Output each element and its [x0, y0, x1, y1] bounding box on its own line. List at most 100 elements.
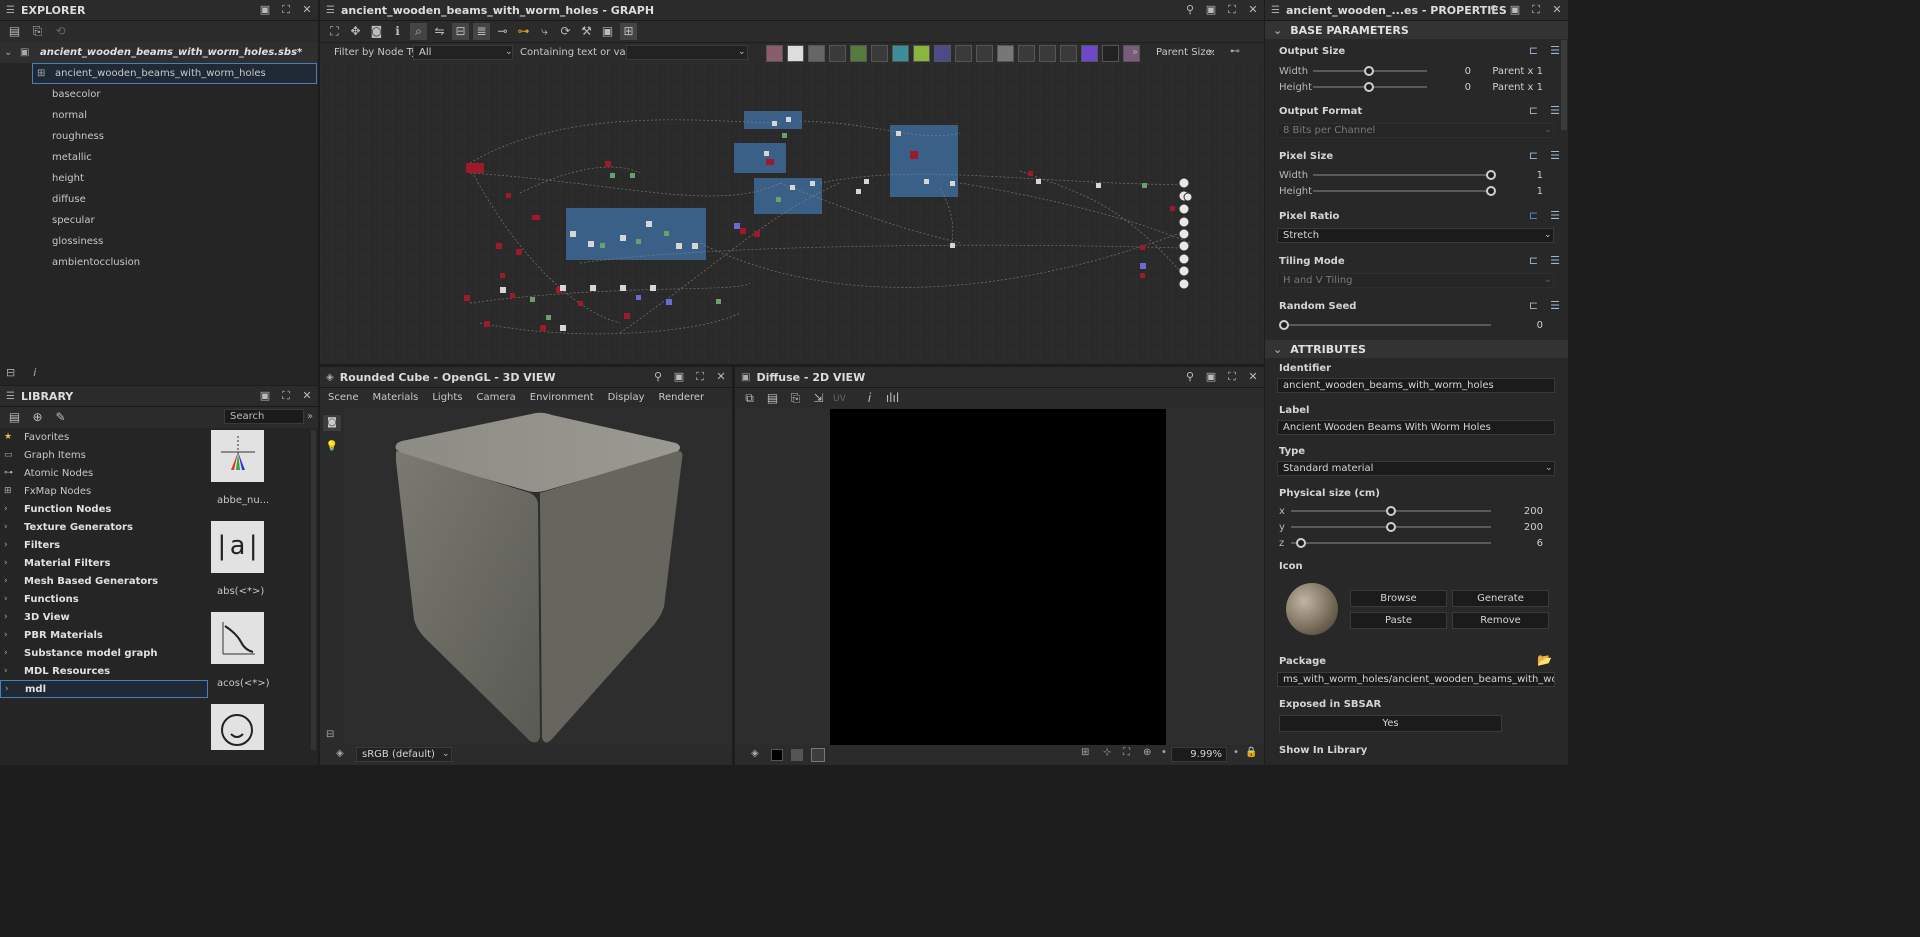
value-node-icon[interactable]	[997, 45, 1014, 62]
library-item[interactable]: ▭ Graph Items	[0, 446, 208, 464]
list-icon[interactable]: ☰	[1550, 104, 1560, 117]
chevron-down-icon[interactable]: ⌄	[1544, 275, 1552, 285]
axis-icon[interactable]: ⊹	[1103, 747, 1111, 758]
remove-button[interactable]: Remove	[1452, 612, 1549, 629]
info-icon[interactable]: i	[861, 390, 878, 407]
bitmap-node-icon[interactable]	[766, 45, 783, 62]
3d-viewport[interactable]	[344, 407, 732, 745]
info-icon[interactable]: i	[33, 366, 36, 379]
folder-icon[interactable]: 📂	[1537, 653, 1552, 667]
new-package-icon[interactable]: ▤	[6, 23, 23, 40]
library-item[interactable]: › Material Filters	[0, 554, 208, 572]
tree-icon[interactable]: ⊟	[326, 729, 334, 740]
slider-knob[interactable]	[1486, 170, 1496, 180]
output-item[interactable]: glossiness	[0, 231, 318, 252]
maximize-icon[interactable]: ⛶	[279, 3, 293, 17]
link-mode-icon[interactable]: ⊷	[1230, 46, 1240, 57]
preview-icon[interactable]: ▣	[599, 23, 616, 40]
output-item[interactable]: diffuse	[0, 189, 318, 210]
noise-node-icon[interactable]	[1102, 45, 1119, 62]
library-item[interactable]: › mdl	[0, 680, 208, 698]
menu-environment[interactable]: Environment	[530, 392, 594, 403]
menu-scene[interactable]: Scene	[328, 392, 359, 403]
histogram-node-icon[interactable]	[1060, 45, 1077, 62]
blend-node-icon[interactable]	[829, 45, 846, 62]
info-icon[interactable]: ℹ	[389, 23, 406, 40]
slider-knob[interactable]	[1364, 82, 1374, 92]
browse-button[interactable]: Browse	[1350, 590, 1447, 607]
label-input[interactable]: Ancient Wooden Beams With Worm Holes	[1277, 420, 1555, 435]
close-icon[interactable]: ✕	[300, 389, 314, 403]
refresh-icon[interactable]: ⟳	[557, 23, 574, 40]
colorspace-select[interactable]: sRGB (default)	[356, 747, 452, 762]
orange-connect-icon[interactable]: ⊶	[515, 23, 532, 40]
maximize-icon[interactable]: ⛶	[279, 389, 293, 403]
close-icon[interactable]: ✕	[1246, 370, 1260, 384]
curve-node-icon[interactable]	[850, 45, 867, 62]
export-icon[interactable]: ⇲	[810, 390, 827, 407]
swatch-node-icon[interactable]	[1018, 45, 1035, 62]
levels-node-icon[interactable]	[913, 45, 930, 62]
library-item[interactable]: › Texture Generators	[0, 518, 208, 536]
copy-icon[interactable]: ⎘	[787, 390, 804, 407]
list-icon[interactable]: ☰	[1550, 254, 1560, 267]
exposed-select[interactable]: Yes	[1279, 715, 1502, 732]
list-icon[interactable]: ☰	[1550, 44, 1560, 57]
output-item[interactable]: basecolor	[0, 84, 318, 105]
graph-row[interactable]: ⊞ ancient_wooden_beams_with_worm_holes	[32, 63, 317, 84]
warp-node-icon[interactable]	[892, 45, 909, 62]
chevron-down-icon[interactable]: ⌄	[4, 47, 20, 58]
inherit-icon[interactable]: ⊏	[1529, 44, 1538, 57]
uv-toggle[interactable]: UV	[833, 394, 855, 404]
thumb-next[interactable]	[211, 704, 264, 750]
library-item[interactable]: ⊞ FxMap Nodes	[0, 482, 208, 500]
library-item[interactable]: › Functions	[0, 590, 208, 608]
library-item[interactable]: › Substance model graph	[0, 644, 208, 662]
edit-icon[interactable]: ✎	[52, 409, 69, 426]
slider-knob[interactable]	[1296, 538, 1306, 548]
chevron-down-icon[interactable]: ⌄	[1544, 125, 1552, 135]
display-icon[interactable]	[811, 748, 825, 762]
output-format-select[interactable]: 8 Bits per Channel	[1277, 123, 1554, 138]
pixel-height-slider[interactable]	[1313, 190, 1491, 192]
histogram-icon[interactable]: ılıl	[884, 390, 901, 407]
output-item[interactable]: normal	[0, 105, 318, 126]
pixel-ratio-select[interactable]: Stretch	[1277, 228, 1554, 243]
color-node-icon[interactable]	[808, 45, 825, 62]
output-item[interactable]: roughness	[0, 126, 318, 147]
graph-canvas[interactable]	[320, 63, 1264, 363]
tool-icon[interactable]: ⚒	[578, 23, 595, 40]
library-item[interactable]: › 3D View	[0, 608, 208, 626]
2d-viewport[interactable]	[735, 409, 1264, 745]
center-icon[interactable]: ⊕	[1143, 747, 1151, 758]
fx-node-icon[interactable]	[955, 45, 972, 62]
fit-icon[interactable]: ⧉	[741, 390, 758, 407]
chevron-right-icon[interactable]: »	[307, 411, 313, 422]
grid-icon[interactable]: ⊞	[1081, 747, 1089, 758]
physical-z-slider[interactable]	[1291, 542, 1491, 544]
pixel-width-slider[interactable]	[1313, 174, 1491, 176]
black-bg-icon[interactable]	[771, 749, 783, 761]
inherit-icon[interactable]: ⊏	[1529, 149, 1538, 162]
paste-button[interactable]: Paste	[1350, 612, 1447, 629]
gradient-node-icon[interactable]	[871, 45, 888, 62]
fit-view-icon[interactable]: ⛶	[1123, 747, 1130, 758]
slider-knob[interactable]	[1386, 522, 1396, 532]
lock-icon[interactable]: 🔒	[1245, 747, 1257, 758]
menu-lights[interactable]: Lights	[432, 392, 462, 403]
random-seed-slider[interactable]	[1283, 324, 1491, 326]
folder-icon[interactable]: ▤	[6, 409, 23, 426]
identifier-input[interactable]: ancient_wooden_beams_with_worm_holes	[1277, 378, 1555, 393]
camera-icon[interactable]: ◙	[368, 23, 385, 40]
maximize-icon[interactable]: ⛶	[1225, 370, 1239, 384]
contains-input[interactable]	[626, 45, 748, 60]
maximize-icon[interactable]: ⛶	[693, 370, 707, 384]
list-icon[interactable]: ☰	[1550, 149, 1560, 162]
circle-node-icon[interactable]	[1081, 45, 1098, 62]
inherit-icon[interactable]: ⊏	[1529, 299, 1538, 312]
bake-node-icon[interactable]	[976, 45, 993, 62]
menu-display[interactable]: Display	[608, 392, 645, 403]
dock-icon[interactable]: ▣	[1204, 370, 1218, 384]
chevron-down-icon[interactable]: ⌄	[1544, 230, 1552, 240]
inherit-icon[interactable]: ⊏	[1529, 254, 1538, 267]
